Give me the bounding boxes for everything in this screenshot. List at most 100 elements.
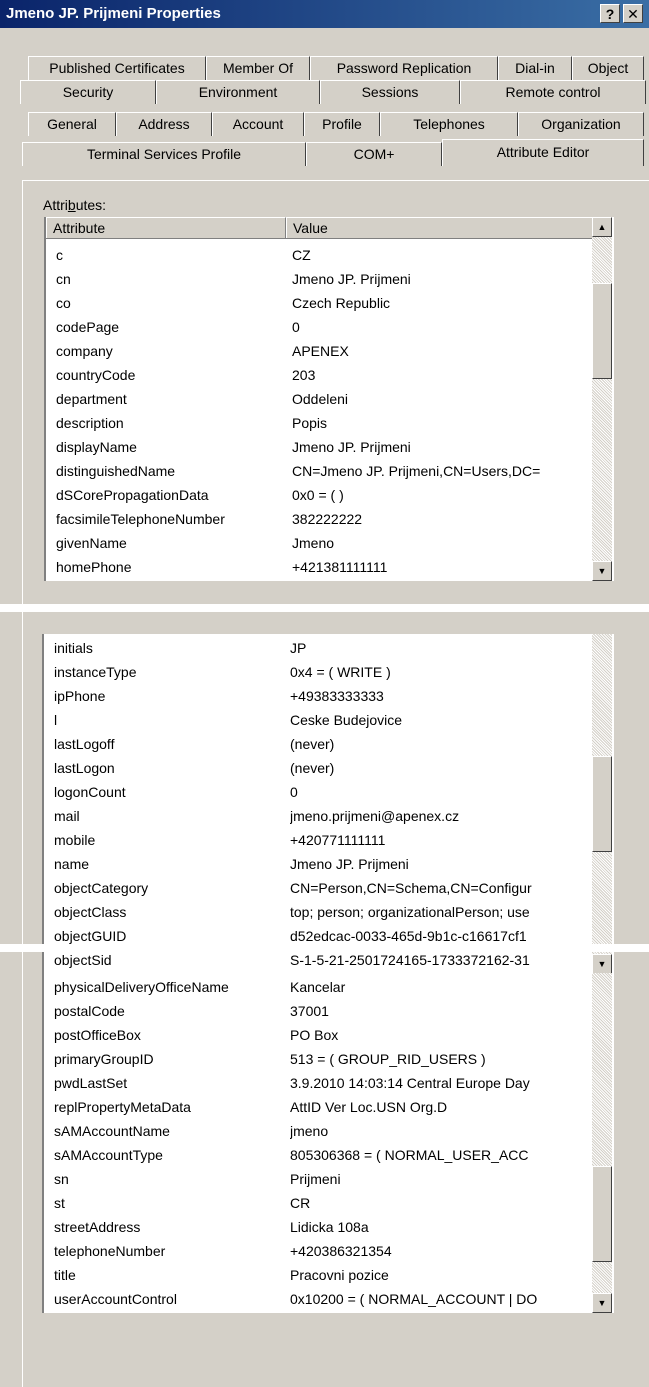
table-row[interactable]: c CZ xyxy=(46,243,594,267)
table-row[interactable]: streetAddress Lidicka 108a xyxy=(44,1215,594,1239)
attribute-name: lastLogoff xyxy=(54,736,115,752)
scroll-down-icon[interactable]: ▼ xyxy=(592,561,612,581)
tab-com-plus[interactable]: COM+ xyxy=(306,142,442,166)
table-row[interactable]: title Pracovni pozice xyxy=(44,1263,594,1287)
attribute-value: 0x10200 = ( NORMAL_ACCOUNT | DO xyxy=(290,1291,538,1307)
table-row[interactable]: homePhone +421381111111 xyxy=(46,555,594,579)
attribute-value: Prijmeni xyxy=(290,1171,341,1187)
attribute-value: Lidicka 108a xyxy=(290,1219,369,1235)
tab-terminal-services-profile[interactable]: Terminal Services Profile xyxy=(22,142,306,166)
tab-profile[interactable]: Profile xyxy=(304,112,380,136)
table-row[interactable]: l Ceske Budejovice xyxy=(44,708,594,732)
scrollbar-thumb[interactable] xyxy=(592,282,612,379)
tab-dial-in[interactable]: Dial-in xyxy=(498,56,572,80)
attribute-name: l xyxy=(54,712,58,728)
tab-environment[interactable]: Environment xyxy=(156,80,320,104)
table-row[interactable]: ipPhone +49383333333 xyxy=(44,684,594,708)
table-row[interactable]: postOfficeBox PO Box xyxy=(44,1023,594,1047)
scroll-up-icon[interactable]: ▲ xyxy=(592,217,612,237)
attribute-name: cn xyxy=(56,271,71,287)
table-row[interactable]: cn Jmeno JP. Prijmeni xyxy=(46,267,594,291)
table-row[interactable]: company APENEX xyxy=(46,339,594,363)
attribute-list[interactable]: physicalDeliveryOfficeName Kancelar postal… xyxy=(42,973,614,1313)
scrollbar-thumb[interactable] xyxy=(592,1166,612,1263)
table-row[interactable]: description Popis xyxy=(46,411,594,435)
tab-password-replication[interactable]: Password Replication xyxy=(310,56,498,80)
table-row[interactable]: dSCorePropagationData 0x0 = ( ) xyxy=(46,483,594,507)
tab-sessions[interactable]: Sessions xyxy=(320,80,460,104)
attribute-value: 513 = ( GROUP_RID_USERS ) xyxy=(290,1051,486,1067)
table-row[interactable]: replPropertyMetaData AttID Ver Loc.USN Or… xyxy=(44,1095,594,1119)
table-row[interactable]: instanceType 0x4 = ( WRITE ) xyxy=(44,660,594,684)
attribute-name: codePage xyxy=(56,319,120,335)
table-row[interactable]: primaryGroupID 513 = ( GROUP_RID_USERS ) xyxy=(44,1047,594,1071)
table-row[interactable]: telephoneNumber +420386321354 xyxy=(44,1239,594,1263)
scroll-down-icon[interactable]: ▼ xyxy=(592,954,612,974)
table-row[interactable]: objectClass top; person; organizationalPe… xyxy=(44,900,594,924)
table-row[interactable]: facsimileTelephoneNumber 382222222 xyxy=(46,507,594,531)
table-row[interactable]: pwdLastSet 3.9.2010 14:03:14 Central Euro… xyxy=(44,1071,594,1095)
tab-telephones[interactable]: Telephones xyxy=(380,112,518,136)
table-row[interactable]: distinguishedName CN=Jmeno JP. Prijmeni,C… xyxy=(46,459,594,483)
attribute-name: telephoneNumber xyxy=(54,1243,166,1259)
table-row[interactable]: department Oddeleni xyxy=(46,387,594,411)
table-row[interactable]: displayName Jmeno JP. Prijmeni xyxy=(46,435,594,459)
tab-general[interactable]: General xyxy=(28,112,116,136)
tab-published-certificates[interactable]: Published Certificates xyxy=(28,56,206,80)
table-row[interactable]: initials JP xyxy=(44,636,594,660)
table-row[interactable]: sAMAccountType 805306368 = ( NORMAL_USER_… xyxy=(44,1143,594,1167)
tab-object[interactable]: Object xyxy=(572,56,644,80)
table-row[interactable]: st CR xyxy=(44,1191,594,1215)
table-row[interactable]: mail jmeno.prijmeni@apenex.cz xyxy=(44,804,594,828)
column-header-attribute[interactable]: Attribute xyxy=(46,217,286,238)
scrollbar-thumb[interactable] xyxy=(592,756,612,852)
table-row[interactable]: givenName Jmeno xyxy=(46,531,594,555)
tab-organization[interactable]: Organization xyxy=(518,112,644,136)
table-row[interactable]: lastLogon (never) xyxy=(44,756,594,780)
table-row[interactable]: co Czech Republic xyxy=(46,291,594,315)
vertical-scrollbar[interactable]: ▼ xyxy=(592,634,612,974)
vertical-scrollbar[interactable]: ▼ xyxy=(592,973,612,1313)
help-button[interactable]: ? xyxy=(600,4,620,23)
attribute-name: company xyxy=(56,343,113,359)
table-row[interactable]: codePage 0 xyxy=(46,315,594,339)
column-header-value[interactable]: Value xyxy=(286,217,594,238)
attribute-value: CN=Person,CN=Schema,CN=Configur xyxy=(290,880,532,896)
tab-address[interactable]: Address xyxy=(116,112,212,136)
table-row[interactable]: objectCategory CN=Person,CN=Schema,CN=Con… xyxy=(44,876,594,900)
attribute-list[interactable]: Attribute Value c CZ cn Jmeno JP. Prijmeni co C… xyxy=(44,217,614,581)
table-row[interactable]: sn Prijmeni xyxy=(44,1167,594,1191)
attribute-list[interactable]: initials JP instanceType 0x4 = ( WRITE ) ipP… xyxy=(42,634,614,974)
table-row[interactable]: sAMAccountName jmeno xyxy=(44,1119,594,1143)
tab-member-of[interactable]: Member Of xyxy=(206,56,310,80)
attribute-value: 0 xyxy=(292,319,300,335)
table-row[interactable]: countryCode 203 xyxy=(46,363,594,387)
tab-security[interactable]: Security xyxy=(20,80,156,104)
table-row[interactable]: logonCount 0 xyxy=(44,780,594,804)
attribute-value: jmeno xyxy=(290,1123,329,1139)
attribute-name: userAccountControl xyxy=(54,1291,177,1307)
vertical-scrollbar[interactable]: ▲ ▼ xyxy=(592,217,612,581)
attribute-value: Jmeno JP. Prijmeni xyxy=(292,439,411,455)
attribute-value: CN=Jmeno JP. Prijmeni,CN=Users,DC= xyxy=(292,463,541,479)
title-bar[interactable]: Jmeno JP. Prijmeni Properties ? ✕ xyxy=(0,0,649,28)
close-button[interactable]: ✕ xyxy=(623,4,643,23)
attribute-value: Jmeno xyxy=(292,535,335,551)
tab-attribute-editor[interactable]: Attribute Editor xyxy=(442,139,644,166)
attribute-name: replPropertyMetaData xyxy=(54,1099,191,1115)
table-row[interactable]: name Jmeno JP. Prijmeni xyxy=(44,852,594,876)
table-row[interactable]: physicalDeliveryOfficeName Kancelar xyxy=(44,975,594,999)
attribute-value: Czech Republic xyxy=(292,295,391,311)
attributes-label: Attributes: xyxy=(43,197,107,213)
attribute-name: sn xyxy=(54,1171,69,1187)
tab-remote-control[interactable]: Remote control xyxy=(460,80,646,104)
table-row[interactable]: userAccountControl 0x10200 = ( NORMAL_ACC… xyxy=(44,1287,594,1311)
tab-account[interactable]: Account xyxy=(212,112,304,136)
attribute-name: postalCode xyxy=(54,1003,125,1019)
attribute-value: AttID Ver Loc.USN Org.D xyxy=(290,1099,448,1115)
scroll-down-icon[interactable]: ▼ xyxy=(592,1293,612,1313)
attribute-name: homePhone xyxy=(56,559,132,575)
table-row[interactable]: mobile +420771111111 xyxy=(44,828,594,852)
table-row[interactable]: lastLogoff (never) xyxy=(44,732,594,756)
table-row[interactable]: postalCode 37001 xyxy=(44,999,594,1023)
